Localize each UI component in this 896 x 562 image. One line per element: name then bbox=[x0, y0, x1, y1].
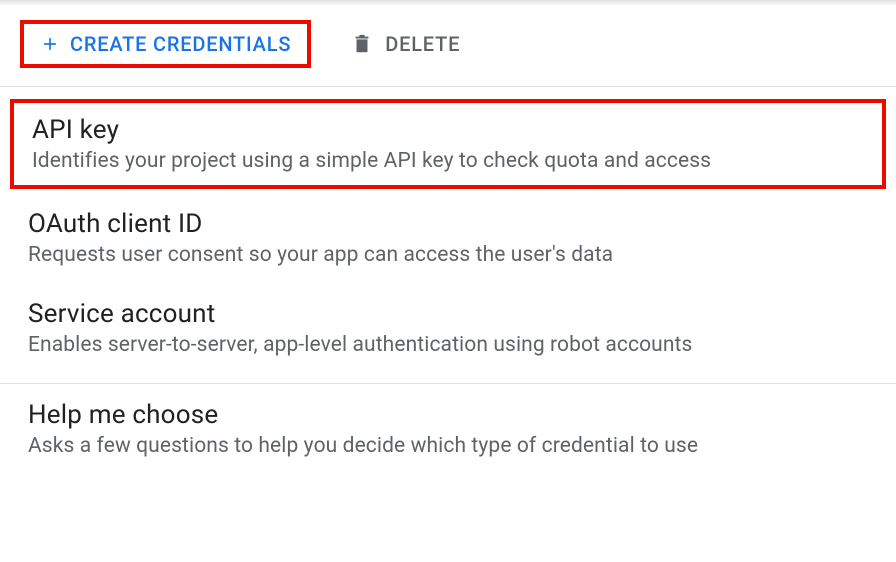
menu-item-api-key[interactable]: API key Identifies your project using a … bbox=[10, 99, 886, 189]
menu-item-description: Enables server-to-server, app-level auth… bbox=[28, 333, 868, 357]
delete-label: DELETE bbox=[385, 32, 460, 56]
menu-item-help-me-choose[interactable]: Help me choose Asks a few questions to h… bbox=[0, 384, 896, 474]
menu-item-oauth-client-id[interactable]: OAuth client ID Requests user consent so… bbox=[0, 193, 896, 283]
menu-item-title: Service account bbox=[28, 299, 868, 329]
menu-item-title: OAuth client ID bbox=[28, 209, 868, 239]
create-credentials-button[interactable]: CREATE CREDENTIALS bbox=[20, 20, 311, 68]
create-credentials-label: CREATE CREDENTIALS bbox=[70, 32, 291, 56]
delete-button[interactable]: DELETE bbox=[351, 32, 460, 56]
menu-item-service-account[interactable]: Service account Enables server-to-server… bbox=[0, 283, 896, 373]
menu-item-title: Help me choose bbox=[28, 400, 868, 430]
toolbar: CREATE CREDENTIALS DELETE bbox=[0, 6, 896, 87]
credentials-menu: API key Identifies your project using a … bbox=[0, 87, 896, 474]
menu-item-title: API key bbox=[32, 115, 864, 145]
plus-icon bbox=[40, 34, 60, 54]
trash-icon bbox=[351, 33, 373, 55]
menu-item-description: Asks a few questions to help you decide … bbox=[28, 434, 868, 458]
menu-item-description: Identifies your project using a simple A… bbox=[32, 149, 864, 173]
menu-item-description: Requests user consent so your app can ac… bbox=[28, 243, 868, 267]
